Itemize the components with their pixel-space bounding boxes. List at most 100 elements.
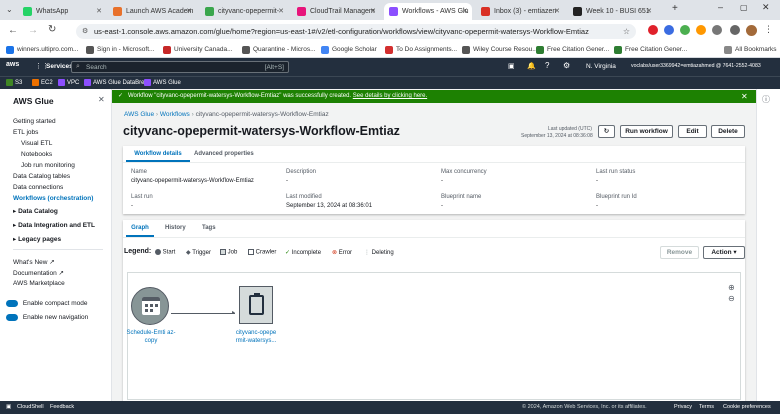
detail-value: - [596, 203, 598, 209]
sidebar-item[interactable]: Getting started [13, 118, 56, 125]
favorite-service[interactable]: VPC [58, 79, 79, 86]
bookmark-item[interactable]: Free Citation Gener... [536, 45, 609, 55]
favorite-service[interactable]: EC2 [32, 79, 53, 86]
tab-tags[interactable]: Tags [202, 220, 216, 237]
job-node[interactable] [239, 286, 273, 324]
favorite-service[interactable]: AWS Glue DataBrew [84, 79, 149, 86]
whats-new-link[interactable]: What's New ↗ [13, 258, 55, 266]
reload-icon[interactable]: ↻ [48, 24, 56, 35]
zoom-in-icon[interactable]: ⊕ [728, 283, 735, 292]
bookmark-item[interactable]: Free Citation Gener... [614, 45, 687, 55]
settings-icon[interactable]: ⚙ [563, 61, 570, 70]
site-info-icon[interactable]: ⚙ [82, 24, 88, 39]
tab-close-icon[interactable]: ✕ [278, 3, 284, 20]
browser-tab[interactable]: WhatsApp ✕ [18, 3, 106, 20]
region-selector[interactable]: N. Virginia [586, 63, 616, 70]
tab-close-icon[interactable]: ✕ [370, 3, 376, 20]
tab-close-icon[interactable]: ✕ [462, 3, 468, 20]
remove-button[interactable]: Remove [660, 246, 699, 259]
tab-close-icon[interactable]: ✕ [554, 3, 560, 20]
browser-tab[interactable]: Week 10 - BUSI 651 ✕ [568, 3, 656, 20]
extensions-icons[interactable]: ⋮ [648, 24, 773, 37]
sidebar-item[interactable]: ETL jobs [13, 129, 38, 136]
browser-tab[interactable]: cityvanc-opepermit- ✕ [200, 3, 288, 20]
service-icon [58, 79, 65, 86]
back-icon[interactable]: ← [8, 25, 18, 36]
marketplace-link[interactable]: AWS Marketplace [13, 280, 65, 287]
window-maximize-button[interactable]: ▢ [740, 3, 748, 12]
sidebar-item[interactable]: Visual ETL [21, 140, 52, 147]
refresh-button[interactable]: ↻ [598, 125, 615, 138]
tab-history[interactable]: History [165, 220, 186, 237]
cloudshell-icon[interactable]: ▣ [508, 62, 515, 70]
browser-tab[interactable]: Workflows - AWS Glu ✕ [384, 3, 472, 20]
window-minimize-button[interactable]: – [718, 2, 723, 12]
all-bookmarks[interactable]: All Bookmarks [724, 45, 777, 55]
compact-mode-toggle[interactable]: Enable compact mode [6, 300, 88, 307]
bookmark-item[interactable]: Quarantine - Micros... [242, 45, 316, 55]
window-close-button[interactable]: ✕ [762, 2, 770, 13]
privacy-link[interactable]: Privacy [674, 401, 692, 414]
breadcrumb-aws-glue[interactable]: AWS Glue [124, 111, 154, 118]
breadcrumb-workflows[interactable]: Workflows [160, 111, 190, 118]
bookmark-item[interactable]: University Canada... [163, 45, 233, 55]
favorite-service[interactable]: S3 [6, 79, 22, 86]
account-menu[interactable]: voclabs/user3369942=emtiazahmed @ 7641-2… [631, 63, 761, 69]
notifications-icon[interactable]: 🔔 [527, 62, 536, 70]
help-icon[interactable]: ? [545, 61, 549, 70]
bookmark-item[interactable]: Google Scholar [321, 45, 377, 55]
banner-link[interactable]: See details by clicking here. [353, 93, 427, 99]
sidebar-section-legacy[interactable]: ▸ Legacy pages [13, 235, 61, 243]
browser-tab[interactable]: Inbox (3) - emtiazen ✕ [476, 3, 564, 20]
cloudshell-link[interactable]: CloudShell [17, 401, 44, 414]
bookmark-item[interactable]: Wiley Course Resou... [462, 45, 538, 55]
delete-button[interactable]: Delete [711, 125, 745, 138]
trigger-node-label[interactable]: Schedule-Emti az-copy [126, 329, 176, 345]
forward-icon[interactable]: → [28, 25, 38, 36]
tab-graph[interactable]: Graph [126, 220, 154, 237]
graph-canvas[interactable] [127, 272, 741, 400]
caret-down-icon: ▾ [733, 249, 737, 256]
aws-search-input[interactable]: ⌕ Search [Alt+S] [71, 61, 289, 73]
favorite-service[interactable]: AWS Glue [144, 79, 181, 86]
cloudshell-footer-icon[interactable]: ▣ [6, 401, 11, 414]
banner-close-icon[interactable]: ✕ [741, 90, 748, 103]
bookmark-item[interactable]: Sign in - Microsoft... [86, 45, 154, 55]
services-button[interactable]: Services [46, 63, 73, 70]
zoom-out-icon[interactable]: ⊖ [728, 294, 735, 303]
feedback-link[interactable]: Feedback [50, 401, 74, 414]
action-button[interactable]: Action ▾ [703, 246, 745, 259]
tab-workflow-details[interactable]: Workflow details [126, 146, 190, 162]
edit-button[interactable]: Edit [678, 125, 707, 138]
browser-tab[interactable]: CloudTrail Managem ✕ [292, 3, 380, 20]
cookie-preferences-link[interactable]: Cookie preferences [723, 401, 771, 414]
sidebar-item[interactable]: Data Catalog tables [13, 173, 70, 180]
sidebar-item[interactable]: Workflows (orchestration) [13, 195, 93, 202]
tab-close-icon[interactable]: ✕ [646, 3, 652, 20]
sidebar-section-data-integration[interactable]: ▸ Data Integration and ETL [13, 221, 95, 229]
trigger-node[interactable] [131, 287, 169, 325]
new-navigation-toggle[interactable]: Enable new navigation [6, 314, 88, 321]
info-panel-icon[interactable]: ⓘ [762, 94, 770, 105]
sidebar-item[interactable]: Notebooks [21, 151, 52, 158]
run-workflow-button[interactable]: Run workflow [620, 125, 673, 138]
tab-close-icon[interactable]: ✕ [186, 3, 192, 20]
terms-link[interactable]: Terms [699, 401, 714, 414]
bookmark-star-icon[interactable]: ☆ [623, 24, 630, 39]
browser-tab[interactable]: Launch AWS Academ ✕ [108, 3, 196, 20]
tab-search-icon[interactable]: ⌄ [6, 5, 16, 15]
aws-logo[interactable]: aws [6, 61, 19, 68]
new-tab-button[interactable]: + [672, 3, 678, 14]
bookmark-item[interactable]: To Do Assignments... [385, 45, 457, 55]
close-sidebar-icon[interactable]: ✕ [98, 95, 105, 104]
tab-label: CloudTrail Managem [310, 8, 375, 15]
url-input[interactable]: ⚙ us-east-1.console.aws.amazon.com/glue/… [76, 24, 636, 39]
tab-advanced-properties[interactable]: Advanced properties [194, 146, 254, 162]
bookmark-item[interactable]: winners.ultipro.com... [6, 45, 78, 55]
tab-close-icon[interactable]: ✕ [96, 3, 102, 20]
sidebar-item[interactable]: Data connections [13, 184, 63, 191]
sidebar-section-data-catalog[interactable]: ▸ Data Catalog [13, 207, 58, 215]
sidebar-item[interactable]: Job run monitoring [21, 162, 75, 169]
job-node-label[interactable]: cityvanc-opepe rmit-watersys... [230, 329, 282, 345]
documentation-link[interactable]: Documentation ↗ [13, 269, 64, 277]
